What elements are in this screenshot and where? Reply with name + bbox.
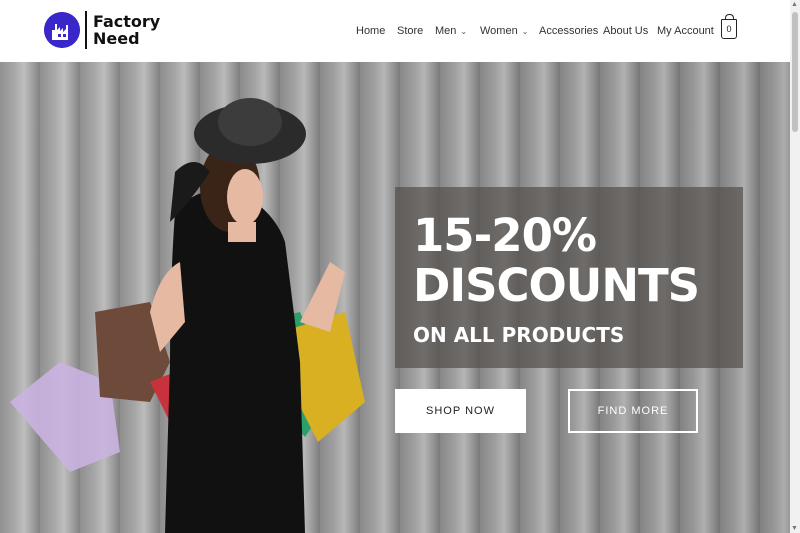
scroll-down-icon[interactable]: ▼ <box>791 525 798 532</box>
nav-item-men[interactable]: Men ⌄ <box>435 25 467 37</box>
promo-subheadline: ON ALL PRODUCTS <box>413 323 625 347</box>
promo-overlay: 15-20% DISCOUNTS ON ALL PRODUCTS <box>395 187 743 368</box>
chevron-down-icon: ⌄ <box>460 26 468 36</box>
nav-item-accessories[interactable]: Accessories <box>539 25 598 37</box>
page-scrollbar[interactable]: ▲ ▼ <box>790 0 800 533</box>
nav-item-home[interactable]: Home <box>356 25 385 37</box>
nav-item-store[interactable]: Store <box>397 25 423 37</box>
scroll-up-icon[interactable]: ▲ <box>791 1 798 8</box>
nav-item-label: Store <box>397 25 424 37</box>
promo-headline-discounts: DISCOUNTS <box>413 259 700 312</box>
scrollbar-thumb[interactable] <box>792 12 798 132</box>
nav-item-label: Accessories <box>539 25 599 37</box>
find-more-button[interactable]: FIND MORE <box>568 389 698 433</box>
cart-count: 0 <box>726 24 732 34</box>
nav-item-label: About Us <box>603 25 649 37</box>
main-navigation: Home Store Men ⌄ Women ⌄ Accessories Abo… <box>0 0 790 62</box>
shop-now-button[interactable]: SHOP NOW <box>395 389 526 433</box>
nav-item-women[interactable]: Women ⌄ <box>480 25 528 37</box>
nav-item-label: Men <box>435 25 457 37</box>
nav-item-label: Home <box>356 25 386 37</box>
chevron-down-icon: ⌄ <box>521 26 529 36</box>
nav-item-label: My Account <box>657 25 714 37</box>
site-header: Factory Need Home Store Men ⌄ Women ⌄ Ac… <box>0 0 790 62</box>
nav-item-label: Women <box>480 25 518 37</box>
hero-image <box>10 98 365 533</box>
cart-icon[interactable]: 0 <box>721 14 737 39</box>
nav-item-about-us[interactable]: About Us <box>603 25 648 37</box>
nav-item-my-account[interactable]: My Account <box>657 25 714 37</box>
promo-headline-percent: 15-20% <box>413 209 597 262</box>
hero-banner: 15-20% DISCOUNTS ON ALL PRODUCTS SHOP NO… <box>0 62 790 533</box>
